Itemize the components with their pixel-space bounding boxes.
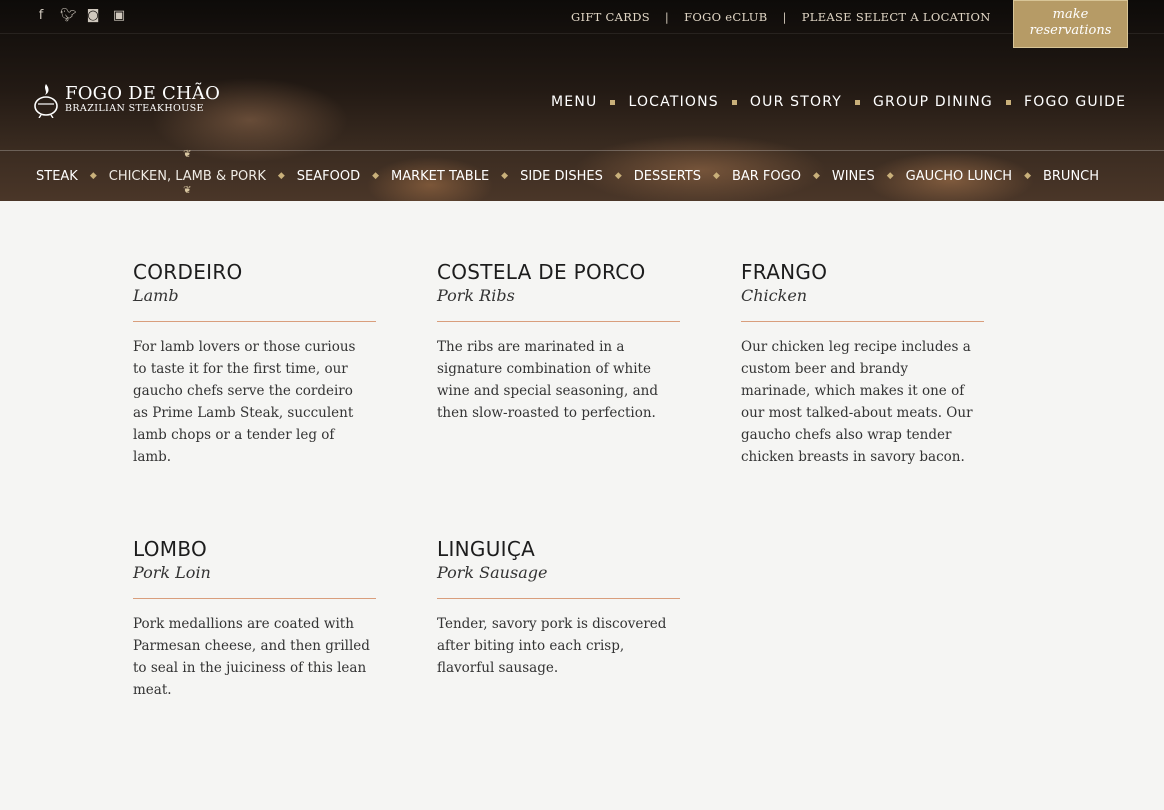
tab-market-table[interactable]: MARKET TABLE	[391, 169, 489, 184]
logo-tagline: BRAZILIAN STEAKHOUSE	[65, 103, 204, 114]
item-title: LINGUIÇA	[437, 537, 536, 561]
item-title: CORDEIRO	[133, 260, 243, 284]
make-reservations-button[interactable]: make reservations	[1013, 0, 1128, 48]
fogo-eclub-link[interactable]: FOGO eCLUB	[684, 10, 767, 24]
item-subtitle: Pork Loin	[133, 563, 211, 582]
diamond-separator-icon: ◆	[501, 171, 509, 181]
divider	[133, 321, 376, 322]
tab-wines[interactable]: WINES	[832, 169, 875, 184]
item-title: FRANGO	[741, 260, 828, 284]
item-title: COSTELA DE PORCO	[437, 260, 646, 284]
tab-seafood[interactable]: SEAFOOD	[297, 169, 360, 184]
nav-separator	[610, 99, 616, 105]
diamond-separator-icon: ◆	[89, 171, 97, 181]
diamond-separator-icon: ◆	[614, 171, 622, 181]
nav-menu[interactable]: MENU	[551, 94, 597, 110]
hero-header: f 🐦︎ ◙ ▣ GIFT CARDS | FOGO eCLUB | PLEAS…	[0, 0, 1164, 201]
brand-logo[interactable]: FOGO DE CHÃO BRAZILIAN STEAKHOUSE	[33, 82, 220, 118]
item-description: For lamb lovers or those curious to tast…	[133, 339, 356, 465]
tab-gaucho-lunch[interactable]: GAUCHO LUNCH	[906, 169, 1012, 184]
nav-our-story[interactable]: OUR STORY	[750, 94, 842, 110]
main-nav: MENU LOCATIONS OUR STORY GROUP DINING FO…	[551, 94, 1126, 110]
gift-cards-link[interactable]: GIFT CARDS	[571, 10, 650, 24]
item-title: LOMBO	[133, 537, 208, 561]
separator: |	[664, 10, 670, 24]
menu-item-card: LOMBO Pork Loin Pork medallions are coat…	[133, 537, 376, 701]
diamond-separator-icon: ◆	[372, 171, 379, 181]
select-location-link[interactable]: PLEASE SELECT A LOCATION	[802, 10, 991, 24]
diamond-separator-icon: ◆	[1024, 171, 1031, 181]
nav-separator	[855, 99, 860, 105]
nav-group-dining[interactable]: GROUP DINING	[873, 94, 993, 110]
menu-item-card: COSTELA DE PORCO Pork Ribs The ribs are …	[437, 260, 680, 424]
divider	[133, 598, 376, 599]
diamond-separator-icon: ◆	[277, 171, 285, 181]
separator: |	[782, 10, 787, 24]
nav-fogo-guide[interactable]: FOGO GUIDE	[1024, 94, 1126, 110]
ornament-bottom-icon: ❦	[183, 184, 192, 196]
youtube-icon[interactable]: ▣	[112, 8, 126, 24]
twitter-icon[interactable]: 🐦︎	[60, 8, 77, 24]
tab-bar-fogo[interactable]: BAR FOGO	[732, 169, 801, 184]
item-description: Tender, savory pork is discovered after …	[437, 616, 667, 676]
flame-emblem-icon	[34, 84, 58, 118]
divider	[437, 598, 680, 599]
item-subtitle: Chicken	[741, 286, 808, 305]
menu-item-card: FRANGO Chicken Our chicken leg recipe in…	[741, 260, 984, 468]
tab-side-dishes[interactable]: SIDE DISHES	[520, 169, 603, 184]
social-links: f 🐦︎ ◙ ▣	[34, 8, 126, 24]
top-bar: f 🐦︎ ◙ ▣ GIFT CARDS | FOGO eCLUB | PLEAS…	[0, 0, 1164, 48]
item-description: Pork medallions are coated with Parmesan…	[133, 616, 370, 698]
nav-separator	[731, 99, 737, 105]
tab-chicken-lamb-pork[interactable]: ❦ CHICKEN, LAMB & PORK ❦	[108, 149, 266, 196]
divider	[437, 321, 680, 322]
diamond-separator-icon: ◆	[886, 171, 894, 181]
item-description: Our chicken leg recipe includes a custom…	[741, 339, 973, 465]
menu-item-card: CORDEIRO Lamb For lamb lovers or those c…	[133, 260, 376, 468]
nav-separator	[1005, 99, 1011, 105]
divider	[741, 321, 984, 322]
diamond-separator-icon: ◆	[812, 171, 820, 181]
instagram-icon[interactable]: ◙	[86, 8, 100, 24]
menu-category-nav: STEAK ◆ ❦ CHICKEN, LAMB & PORK ❦ ◆ SEAFO…	[0, 149, 1164, 201]
tab-steak[interactable]: STEAK	[36, 169, 78, 184]
reservations-line-1: make	[1052, 7, 1089, 22]
tab-desserts[interactable]: DESSERTS	[634, 169, 701, 184]
tab-brunch[interactable]: BRUNCH	[1043, 169, 1099, 184]
reservations-line-2: reservations	[1029, 23, 1112, 38]
diamond-separator-icon: ◆	[713, 171, 720, 181]
nav-locations[interactable]: LOCATIONS	[628, 94, 718, 110]
ornament-top-icon: ❦	[183, 148, 192, 160]
item-subtitle: Lamb	[133, 286, 179, 305]
logo-name: FOGO DE CHÃO	[65, 83, 221, 104]
item-subtitle: Pork Sausage	[437, 563, 548, 582]
utility-links: GIFT CARDS | FOGO eCLUB | PLEASE SELECT …	[571, 10, 991, 24]
item-subtitle: Pork Ribs	[437, 286, 515, 305]
facebook-icon[interactable]: f	[34, 8, 48, 24]
item-description: The ribs are marinated in a signature co…	[437, 339, 658, 421]
tab-chicken-lamb-pork-label: CHICKEN, LAMB & PORK	[108, 168, 266, 184]
menu-item-card: LINGUIÇA Pork Sausage Tender, savory por…	[437, 537, 680, 679]
